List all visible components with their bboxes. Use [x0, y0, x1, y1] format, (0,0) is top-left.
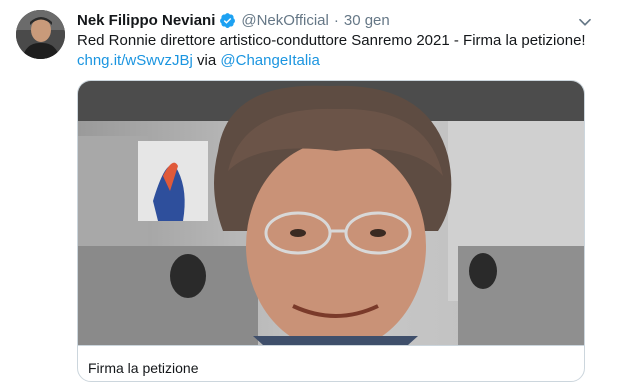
- chevron-down-icon[interactable]: [574, 11, 596, 33]
- link-preview-card[interactable]: Firma la petizione: [77, 80, 585, 382]
- mention-link[interactable]: @ChangeItalia: [220, 52, 319, 69]
- tweet-link[interactable]: chng.it/wSwvzJBj: [77, 52, 193, 69]
- separator-dot: ·: [333, 11, 339, 29]
- tweet-text-body: Red Ronnie direttore artistico-conduttor…: [77, 32, 586, 49]
- tweet-text: Red Ronnie direttore artistico-conduttor…: [77, 31, 597, 71]
- author-handle[interactable]: @NekOfficial: [241, 12, 328, 29]
- author-avatar[interactable]: [16, 10, 65, 59]
- verified-badge-icon: [220, 12, 236, 28]
- tweet-timestamp[interactable]: 30 gen: [344, 12, 390, 29]
- card-footer: Firma la petizione: [78, 345, 584, 381]
- card-image: [78, 81, 584, 345]
- tweet-text-via: via: [192, 52, 221, 69]
- tweet: Nek Filippo Neviani @NekOfficial · 30 ge…: [0, 0, 632, 382]
- tweet-header: Nek Filippo Neviani @NekOfficial · 30 ge…: [77, 10, 592, 30]
- card-title: Firma la petizione: [88, 360, 199, 376]
- author-name[interactable]: Nek Filippo Neviani: [77, 12, 215, 29]
